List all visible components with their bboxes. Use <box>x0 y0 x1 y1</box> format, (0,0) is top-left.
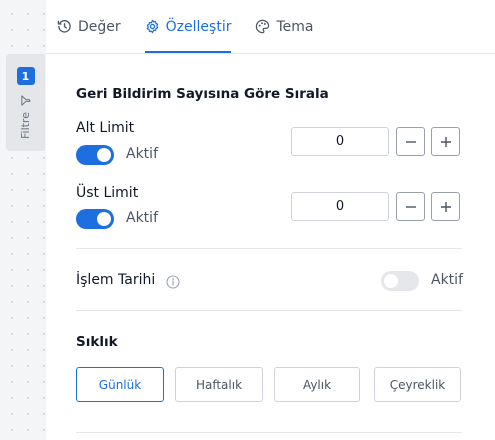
toggle-knob <box>384 274 398 288</box>
minus-icon <box>405 140 416 143</box>
lower-limit-label: Alt Limit <box>76 120 135 136</box>
filter-count-badge: 1 <box>16 67 35 85</box>
lower-limit-toggle[interactable] <box>76 145 114 165</box>
sort-section-title: Geri Bildirim Sayısına Göre Sırala <box>76 86 329 102</box>
upper-limit-input[interactable] <box>291 192 389 221</box>
upper-limit-toggle-label: Aktif <box>126 210 158 226</box>
process-date-toggle-label: Aktif <box>431 272 463 288</box>
filter-funnel-icon <box>21 95 31 106</box>
divider <box>76 248 462 249</box>
minus-icon <box>405 205 416 208</box>
process-date-toggle[interactable] <box>381 271 419 291</box>
frequency-daily-button[interactable]: Günlük <box>76 367 164 402</box>
settings-panel: Değer Özelleştir Tema Geri Bildirim Sayı… <box>46 0 495 440</box>
history-icon <box>57 20 71 33</box>
toggle-knob <box>97 148 111 162</box>
frequency-quarterly-button[interactable]: Çeyreklik <box>374 367 461 402</box>
toggle-knob <box>97 212 111 226</box>
tab-customize-label: Özelleştir <box>165 18 232 35</box>
plus-icon <box>440 136 451 147</box>
upper-limit-label: Üst Limit <box>76 185 139 201</box>
upper-limit-toggle[interactable] <box>76 209 114 229</box>
upper-limit-increment-button[interactable] <box>431 192 460 221</box>
divider <box>76 432 462 433</box>
tab-customize[interactable]: Özelleştir <box>144 0 232 53</box>
palette-icon <box>256 19 270 34</box>
upper-limit-decrement-button[interactable] <box>396 192 425 221</box>
tab-value-label: Değer <box>78 18 121 35</box>
frequency-weekly-button[interactable]: Haftalık <box>175 367 263 402</box>
lower-limit-toggle-label: Aktif <box>126 146 158 162</box>
tab-value[interactable]: Değer <box>57 0 121 53</box>
frequency-title: Sıklık <box>76 334 118 350</box>
tab-theme[interactable]: Tema <box>255 0 313 53</box>
plus-icon <box>440 201 451 212</box>
tab-bar: Değer Özelleştir Tema <box>46 0 495 54</box>
tab-theme-label: Tema <box>276 18 314 35</box>
lower-limit-increment-button[interactable] <box>431 127 460 156</box>
lower-limit-input[interactable] <box>291 127 389 156</box>
info-icon[interactable] <box>166 275 180 289</box>
filter-label: Filtre <box>19 112 32 140</box>
filter-label-group: Filtre <box>19 95 32 139</box>
process-date-label: İşlem Tarihi <box>76 272 156 288</box>
frequency-monthly-button[interactable]: Aylık <box>274 367 360 402</box>
divider <box>76 310 462 311</box>
lower-limit-decrement-button[interactable] <box>396 127 425 156</box>
filter-tab[interactable]: 1 Filtre <box>6 54 45 151</box>
gear-icon <box>146 19 158 34</box>
